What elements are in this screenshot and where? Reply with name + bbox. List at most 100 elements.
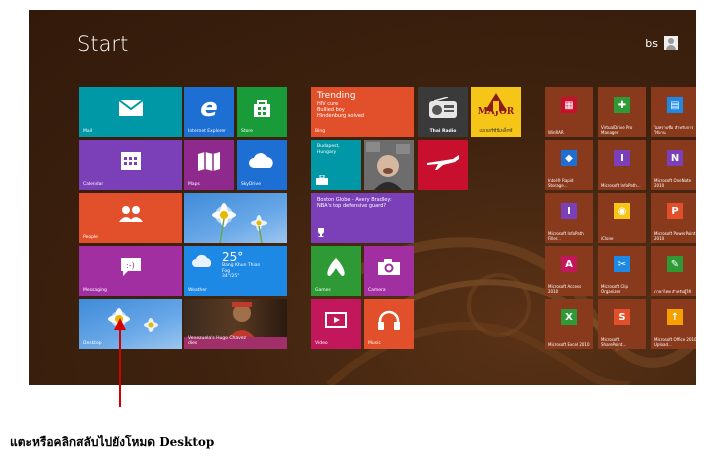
user-name: bs xyxy=(645,36,658,50)
tile-app-clip-organizer[interactable]: ✂ Microsoft Clip Organizer xyxy=(598,246,646,296)
tile-photo-man[interactable] xyxy=(364,140,414,190)
video-play-icon xyxy=(325,312,347,328)
tile-thai-airways[interactable] xyxy=(418,140,468,190)
tile-label: Microsoft OneNote 2010 xyxy=(654,178,692,188)
user-account[interactable]: bs xyxy=(645,36,678,50)
tile-messaging[interactable]: :-) Messaging xyxy=(79,246,182,296)
store-bag-icon xyxy=(254,100,270,117)
tile-games[interactable]: Games xyxy=(311,246,361,296)
clip-organizer-icon: ✂ xyxy=(614,256,630,272)
tile-thai-radio[interactable]: Thai Radio xyxy=(418,87,468,137)
tile-label: Microsoft PowerPoint 2010 xyxy=(654,231,696,241)
tile-calendar[interactable]: Calendar xyxy=(79,140,182,190)
tile-app-intel-rapid-storage[interactable]: ◆ Intel® Rapid Storage... xyxy=(545,140,593,190)
weather-info: 25° Bang Khun Thian Fog 34°/25° xyxy=(222,251,260,280)
weather-temp: 25° xyxy=(222,250,244,264)
tile-label: Video xyxy=(315,341,328,346)
cloud-icon xyxy=(249,153,273,168)
tile-news[interactable]: Boston Globe - Avery Bradley: NBA's top … xyxy=(311,193,414,243)
virtualdrive-icon: ✚ xyxy=(614,97,630,113)
suitcase-icon xyxy=(316,175,328,185)
tile-store[interactable]: Store xyxy=(237,87,287,137)
tile-app-app-window[interactable]: ▤ ไม่ทราบชื่อ สำหรับการใช้งาน xyxy=(651,87,696,137)
tile-mail[interactable]: Mail xyxy=(79,87,182,137)
tile-major-cineplex[interactable]: MAJOR เมเจอร์ซีนีเพล็กซ์ xyxy=(471,87,521,137)
tile-bing-trending[interactable]: Trending HIV cure Bullied boy Hindenburg… xyxy=(311,87,414,137)
tile-label: Desktop xyxy=(83,341,102,346)
tile-label: Microsoft InfoPath Filler... xyxy=(548,231,584,241)
tile-label: Weather xyxy=(188,288,207,293)
tile-app-excel[interactable]: X Microsoft Excel 2010 xyxy=(545,299,593,349)
tile-weather[interactable]: 25° Bang Khun Thian Fog 34°/25° Weather xyxy=(184,246,287,296)
iclone-icon: ◉ xyxy=(614,203,630,219)
powerpoint-icon: P xyxy=(667,203,683,219)
tile-label: Games xyxy=(315,288,331,293)
headphones-icon xyxy=(378,310,400,330)
tile-label: Thai Radio xyxy=(429,129,457,134)
mail-icon xyxy=(117,99,144,116)
tile-people[interactable]: People xyxy=(79,193,182,243)
xbox-controller-icon xyxy=(327,258,345,276)
tile-news-photo[interactable]: Venezuela's Hugo Chavez dies xyxy=(184,299,287,349)
tile-label: People xyxy=(83,235,98,240)
map-icon xyxy=(198,152,220,171)
tile-label: ไม่ทราบชื่อ สำหรับการใช้งาน xyxy=(654,125,694,135)
tile-travel[interactable]: Budapest, Hungary xyxy=(311,140,361,190)
winrar-icon: ▦ xyxy=(561,97,577,113)
tile-label: Microsoft Clip Organizer xyxy=(601,284,629,294)
tile-app-infopath[interactable]: I Microsoft InfoPath... xyxy=(598,140,646,190)
tile-app-office-upload[interactable]: ↑ Microsoft Office 2010 Upload... xyxy=(651,299,696,349)
infopath-icon: I xyxy=(614,150,630,166)
tile-label: เมเจอร์ซีนีเพล็กซ์ xyxy=(479,129,513,134)
user-avatar-icon xyxy=(664,36,678,50)
tile-app-language-tool[interactable]: ✎ ภาษาไทย สำหรับผู้ใช้ xyxy=(651,246,696,296)
tile-skydrive[interactable]: SkyDrive xyxy=(237,140,287,190)
tile-label: Internet Explorer xyxy=(188,129,227,134)
trending-block: Trending HIV cure Bullied boy Hindenburg… xyxy=(317,91,364,119)
tile-app-virtualdrive[interactable]: ✚ VirtualDrive Pro Manager xyxy=(598,87,646,137)
office-upload-icon: ↑ xyxy=(667,309,683,325)
tile-desktop[interactable]: Desktop xyxy=(79,299,182,349)
tile-app-sharepoint[interactable]: S Microsoft SharePoint... xyxy=(598,299,646,349)
camera-icon xyxy=(378,259,400,275)
infopath-filler-icon: I xyxy=(561,203,577,219)
tile-camera[interactable]: Camera xyxy=(364,246,414,296)
excel-icon: X xyxy=(561,309,577,325)
pointer-arrow-line xyxy=(119,327,121,407)
tile-video[interactable]: Video xyxy=(311,299,361,349)
app-window-icon: ▤ xyxy=(667,97,683,113)
people-icon xyxy=(118,206,143,222)
news-man-photo-icon xyxy=(364,140,414,190)
tile-app-onenote[interactable]: N Microsoft OneNote 2010 xyxy=(651,140,696,190)
tile-app-access[interactable]: A Microsoft Access 2010 xyxy=(545,246,593,296)
tile-app-winrar[interactable]: ▦ WinRAR xyxy=(545,87,593,137)
internet-explorer-icon: e xyxy=(200,93,218,123)
tile-music[interactable]: Music xyxy=(364,299,414,349)
tile-app-powerpoint[interactable]: P Microsoft PowerPoint 2010 xyxy=(651,193,696,243)
travel-title: Budapest, Hungary xyxy=(317,144,340,155)
tile-label: Calendar xyxy=(83,182,104,187)
tile-maps[interactable]: Maps xyxy=(184,140,234,190)
tile-label: Mail xyxy=(83,129,93,134)
sharepoint-icon: S xyxy=(614,309,630,325)
tile-app-iclone[interactable]: ◉ iClone xyxy=(598,193,646,243)
tile-label: Microsoft InfoPath... xyxy=(601,182,641,188)
tile-label: ภาษาไทย สำหรับผู้ใช้ xyxy=(654,288,692,294)
tile-label: Venezuela's Hugo Chavez dies xyxy=(188,336,246,346)
tile-label: Camera xyxy=(368,288,386,293)
tile-photos-daisy[interactable] xyxy=(184,193,287,243)
tile-label: Microsoft SharePoint... xyxy=(601,337,627,347)
daisy-photo-icon xyxy=(212,203,267,243)
tile-label: SkyDrive xyxy=(241,182,261,187)
svg-text::-): :-) xyxy=(126,261,135,270)
tile-app-infopath-filler[interactable]: I Microsoft InfoPath Filler... xyxy=(545,193,593,243)
airplane-icon xyxy=(427,155,459,170)
trending-item: Hindenburg solved xyxy=(317,113,365,119)
tile-label: Music xyxy=(368,341,381,346)
tile-label: Bing xyxy=(315,129,326,134)
intel-rapid-storage-icon: ◆ xyxy=(561,150,577,166)
instruction-caption: แตะหรือคลิกสลับไปยังโหมด Desktop xyxy=(10,435,215,449)
trophy-icon xyxy=(318,228,324,237)
tile-internet-explorer[interactable]: e Internet Explorer xyxy=(184,87,234,137)
major-emblem-icon xyxy=(485,93,507,111)
